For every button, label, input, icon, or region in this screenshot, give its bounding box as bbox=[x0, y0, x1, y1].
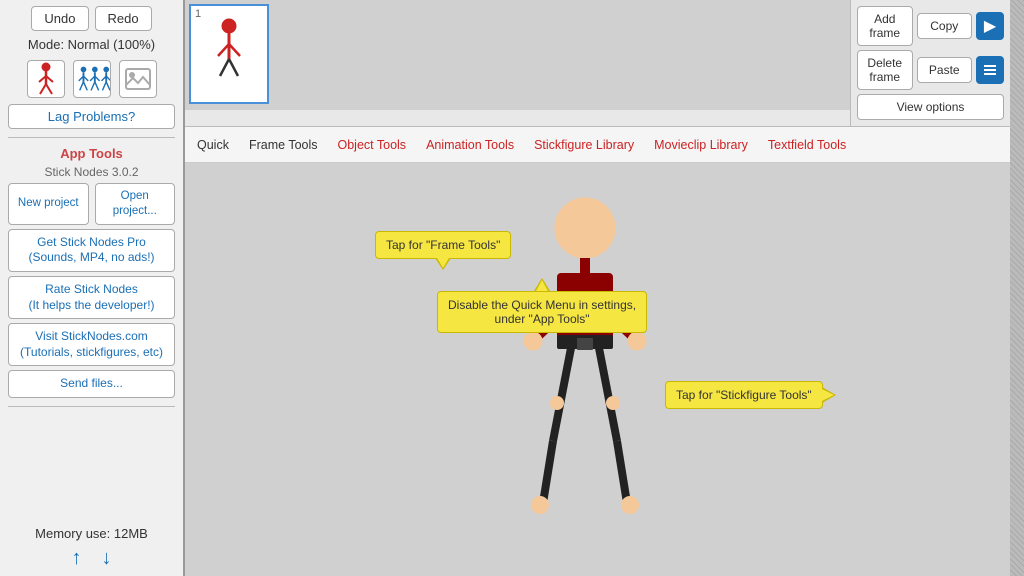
stickfigure-tools-tooltip: Tap for "Stickfigure Tools" bbox=[665, 381, 823, 409]
tab-stickfigure-library[interactable]: Stickfigure Library bbox=[530, 136, 638, 154]
redo-button[interactable]: Redo bbox=[95, 6, 152, 31]
tab-movieclip-library[interactable]: Movieclip Library bbox=[650, 136, 752, 154]
add-frame-button[interactable]: Add frame bbox=[857, 6, 913, 46]
delete-frame-button[interactable]: Delete frame bbox=[857, 50, 913, 90]
copy-button[interactable]: Copy bbox=[917, 13, 973, 39]
frame-strip[interactable]: 1 bbox=[185, 0, 850, 110]
memory-label: Memory use: 12MB bbox=[35, 526, 148, 541]
tooltip-arrow-up-inner bbox=[536, 280, 548, 291]
tooltip-arrow-down-inner bbox=[437, 258, 449, 268]
scroll-arrows: ↑ ↓ bbox=[72, 547, 112, 570]
lag-problems-button[interactable]: Lag Problems? bbox=[8, 104, 175, 129]
tab-object-tools[interactable]: Object Tools bbox=[334, 136, 411, 154]
canvas-area[interactable]: Tap for "Frame Tools" Disable the Quick … bbox=[185, 163, 1010, 576]
rate-button[interactable]: Rate Stick Nodes (It helps the developer… bbox=[8, 276, 175, 319]
open-project-button[interactable]: Open project... bbox=[95, 183, 176, 225]
right-panel: Add frame Copy ▶ Delete frame Paste View… bbox=[850, 0, 1010, 126]
divider-1 bbox=[8, 137, 175, 138]
tab-quick[interactable]: Quick bbox=[193, 136, 233, 154]
play-button[interactable]: ▶ bbox=[976, 12, 1004, 40]
paste-button[interactable]: Paste bbox=[917, 57, 973, 83]
single-figure-icon[interactable] bbox=[27, 60, 65, 98]
scroll-up-button[interactable]: ↑ bbox=[72, 547, 82, 570]
sidebar: Undo Redo Mode: Normal (100%) bbox=[0, 0, 185, 576]
scroll-down-button[interactable]: ↓ bbox=[102, 547, 112, 570]
toolbar: Quick Frame Tools Object Tools Animation… bbox=[185, 127, 1010, 163]
tab-animation-tools[interactable]: Animation Tools bbox=[422, 136, 518, 154]
view-options-button[interactable]: View options bbox=[857, 94, 1004, 120]
quick-menu-tooltip: Disable the Quick Menu in settings, unde… bbox=[437, 291, 647, 333]
visit-button[interactable]: Visit StickNodes.com (Tutorials, stickfi… bbox=[8, 323, 175, 366]
mode-label: Mode: Normal (100%) bbox=[28, 37, 155, 52]
tooltip-arrow-right-inner bbox=[822, 389, 834, 401]
right-sidebar-texture bbox=[1010, 0, 1024, 576]
settings-button[interactable] bbox=[976, 56, 1004, 84]
app-tools-title: App Tools bbox=[60, 146, 123, 161]
frame-thumbnail[interactable]: 1 bbox=[189, 4, 269, 104]
stickfigure-figure[interactable] bbox=[485, 183, 685, 533]
send-files-button[interactable]: Send files... bbox=[8, 370, 175, 398]
frame-tools-tooltip: Tap for "Frame Tools" bbox=[375, 231, 511, 259]
tab-frame-tools[interactable]: Frame Tools bbox=[245, 136, 322, 154]
divider-2 bbox=[8, 406, 175, 407]
figure-icon-row bbox=[27, 60, 157, 98]
frame-number: 1 bbox=[195, 8, 201, 20]
tab-textfield-tools[interactable]: Textfield Tools bbox=[764, 136, 850, 154]
image-icon[interactable] bbox=[119, 60, 157, 98]
undo-button[interactable]: Undo bbox=[31, 6, 88, 31]
pro-button[interactable]: Get Stick Nodes Pro (Sounds, MP4, no ads… bbox=[8, 229, 175, 272]
new-project-button[interactable]: New project bbox=[8, 183, 89, 225]
group-figure-icon[interactable] bbox=[73, 60, 111, 98]
top-bar: 1 Add frame Copy ▶ Delete frame bbox=[185, 0, 1010, 127]
app-version: Stick Nodes 3.0.2 bbox=[44, 165, 138, 179]
main-area: 1 Add frame Copy ▶ Delete frame bbox=[185, 0, 1010, 576]
